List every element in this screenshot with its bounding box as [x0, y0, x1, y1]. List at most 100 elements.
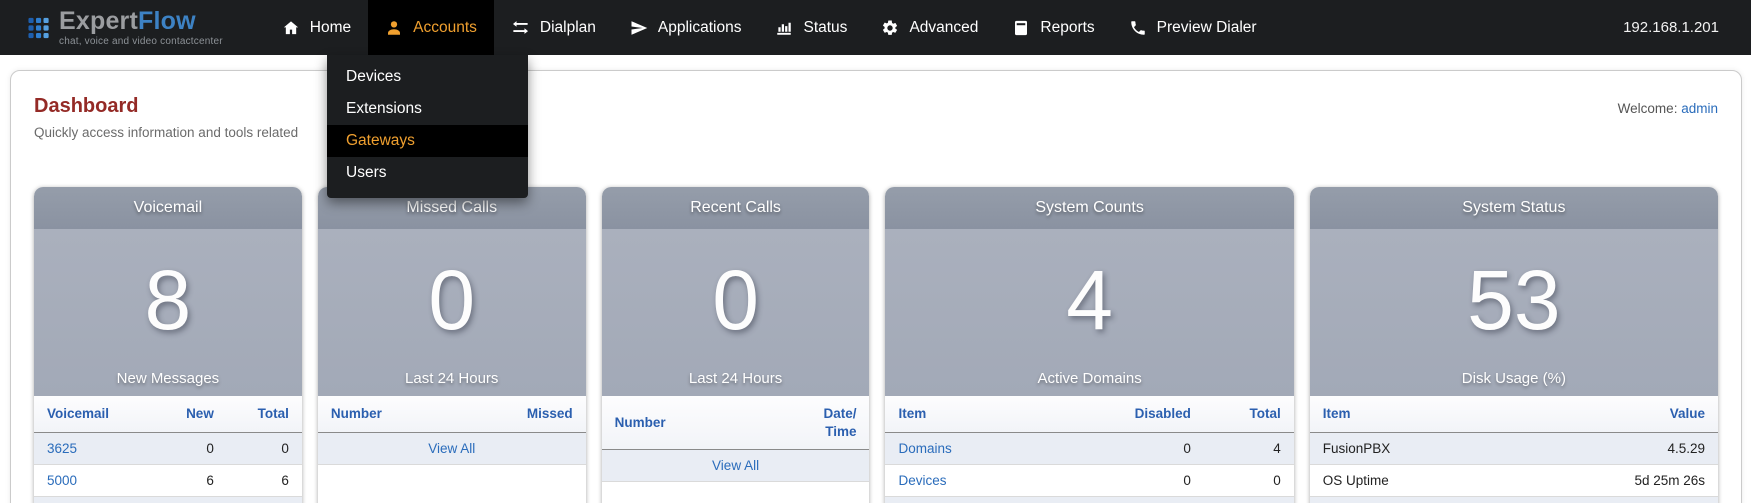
card-body: 0Last 24 Hours — [318, 229, 586, 396]
accounts-dropdown-menu: DevicesExtensionsGatewaysUsers — [327, 55, 528, 198]
brand-primary: Expert — [59, 7, 138, 35]
table-cell: 5d 25m 26s — [1534, 464, 1718, 496]
card-system-status: System Status53Disk Usage (%) ItemValueFu… — [1310, 187, 1718, 503]
card-big-number: 8 — [145, 229, 192, 370]
nav-item-home[interactable]: Home — [265, 0, 368, 55]
logo[interactable]: ExpertFlow chat, voice and video contact… — [28, 0, 223, 55]
view-all-row: View All — [602, 450, 870, 482]
table-cell: 0 — [1081, 464, 1203, 496]
table-cell: 3625 — [34, 432, 152, 464]
logo-text: ExpertFlow chat, voice and video contact… — [59, 9, 223, 47]
card-body: 8New Messages — [34, 229, 302, 396]
card-big-number: 0 — [428, 229, 475, 370]
dropdown-item-users[interactable]: Users — [327, 157, 528, 189]
dashboard-cards: Voicemail8New MessagesVoicemailNewTotal3… — [34, 187, 1718, 503]
welcome-user-link[interactable]: admin — [1681, 101, 1718, 116]
table-cell: 6 — [227, 464, 302, 496]
table-cell: 0 — [1081, 432, 1203, 464]
nav-item-accounts[interactable]: Accounts — [368, 0, 494, 55]
table-row: Domains04 — [885, 432, 1293, 464]
dropdown-item-gateways[interactable]: Gateways — [327, 125, 528, 157]
table-header-row: NumberDate/Time — [602, 396, 870, 450]
table-row: OS Uptime5d 25m 26s — [1310, 464, 1718, 496]
page-title: Dashboard — [34, 95, 298, 118]
view-all-link[interactable]: View All — [428, 441, 475, 456]
reports-book-icon — [1012, 19, 1030, 37]
column-header: Number — [318, 396, 465, 432]
nav-item-reports[interactable]: Reports — [995, 0, 1111, 55]
brand-name: ExpertFlow — [59, 9, 223, 34]
column-header: New — [152, 396, 227, 432]
card-voicemail: Voicemail8New MessagesVoicemailNewTotal3… — [34, 187, 302, 503]
column-header: Missed — [465, 396, 586, 432]
nav-item-label: Status — [803, 19, 847, 37]
column-header: Disabled — [1081, 396, 1203, 432]
column-header: Number — [602, 396, 768, 450]
column-header: Item — [885, 396, 1081, 432]
table-cell: 6 — [152, 464, 227, 496]
nav-item-label: Dialplan — [540, 19, 596, 37]
table-header-row: ItemValue — [1310, 396, 1718, 432]
table-cell-link[interactable]: 3625 — [47, 441, 77, 456]
card-table: VoicemailNewTotal362500500066 — [34, 396, 302, 497]
nav-item-status[interactable]: Status — [758, 0, 864, 55]
partial-next-row — [1310, 497, 1718, 503]
navbar: ExpertFlow chat, voice and video contact… — [0, 0, 1751, 55]
table-cell-link[interactable]: 5000 — [47, 473, 77, 488]
bar-chart-icon — [775, 19, 793, 37]
table-row: Devices00 — [885, 464, 1293, 496]
column-header: Total — [227, 396, 302, 432]
brand-secondary: Flow — [138, 7, 196, 35]
table-cell: Domains — [885, 432, 1081, 464]
card-caption: Active Domains — [1038, 370, 1142, 387]
nav-item-advanced[interactable]: Advanced — [864, 0, 995, 55]
column-header: Item — [1310, 396, 1535, 432]
server-ip: 192.168.1.201 — [1623, 19, 1719, 36]
dropdown-item-extensions[interactable]: Extensions — [327, 93, 528, 125]
nav-item-preview-dialer[interactable]: Preview Dialer — [1112, 0, 1274, 55]
table-cell: 0 — [152, 432, 227, 464]
home-icon — [282, 19, 300, 37]
page-heading-block: Dashboard Quickly access information and… — [34, 95, 298, 140]
table-cell-link[interactable]: Domains — [898, 441, 951, 456]
card-caption: Last 24 Hours — [405, 370, 498, 387]
table-cell: Devices — [885, 464, 1081, 496]
card-title: System Status — [1310, 187, 1718, 229]
view-all-link[interactable]: View All — [712, 458, 759, 473]
welcome-text: Welcome: admin — [1618, 101, 1718, 116]
card-caption: Last 24 Hours — [689, 370, 782, 387]
dropdown-item-devices[interactable]: Devices — [327, 61, 528, 93]
column-header: Total — [1204, 396, 1294, 432]
nav-item-label: Reports — [1040, 19, 1094, 37]
table-row: 5000 66 — [34, 464, 302, 496]
table-header-row: NumberMissed — [318, 396, 586, 432]
card-big-number: 0 — [712, 229, 759, 370]
column-header: Value — [1534, 396, 1718, 432]
card-caption: New Messages — [117, 370, 220, 387]
card-table: ItemValueFusionPBX4.5.29OS Uptime5d 25m … — [1310, 396, 1718, 497]
content-panel: Dashboard Quickly access information and… — [10, 70, 1742, 503]
nav-item-label: Applications — [658, 19, 742, 37]
nav-item-dialplan[interactable]: Dialplan — [494, 0, 613, 55]
nav-item-label: Accounts — [413, 19, 477, 37]
view-all-cell: View All — [318, 432, 586, 464]
card-title: System Counts — [885, 187, 1293, 229]
card-caption: Disk Usage (%) — [1462, 370, 1566, 387]
gear-icon — [881, 19, 899, 37]
card-big-number: 53 — [1467, 229, 1560, 370]
table-cell: FusionPBX — [1310, 432, 1535, 464]
table-cell: 5000 — [34, 464, 152, 496]
table-cell-link[interactable]: Devices — [898, 473, 946, 488]
card-table: NumberDate/Time View All — [602, 396, 870, 482]
partial-next-row — [34, 497, 302, 503]
view-all-cell: View All — [602, 450, 870, 482]
card-system-counts: System Counts4Active DomainsItemDisabled… — [885, 187, 1293, 503]
card-title: Voicemail — [34, 187, 302, 229]
card-recent-calls: Recent Calls0Last 24 HoursNumberDate/Tim… — [602, 187, 870, 503]
nav-item-label: Preview Dialer — [1157, 19, 1257, 37]
nav-item-label: Home — [310, 19, 351, 37]
welcome-label: Welcome: — [1618, 101, 1678, 116]
partial-next-row — [885, 497, 1293, 503]
nav-item-label: Advanced — [909, 19, 978, 37]
nav-item-applications[interactable]: Applications — [613, 0, 759, 55]
